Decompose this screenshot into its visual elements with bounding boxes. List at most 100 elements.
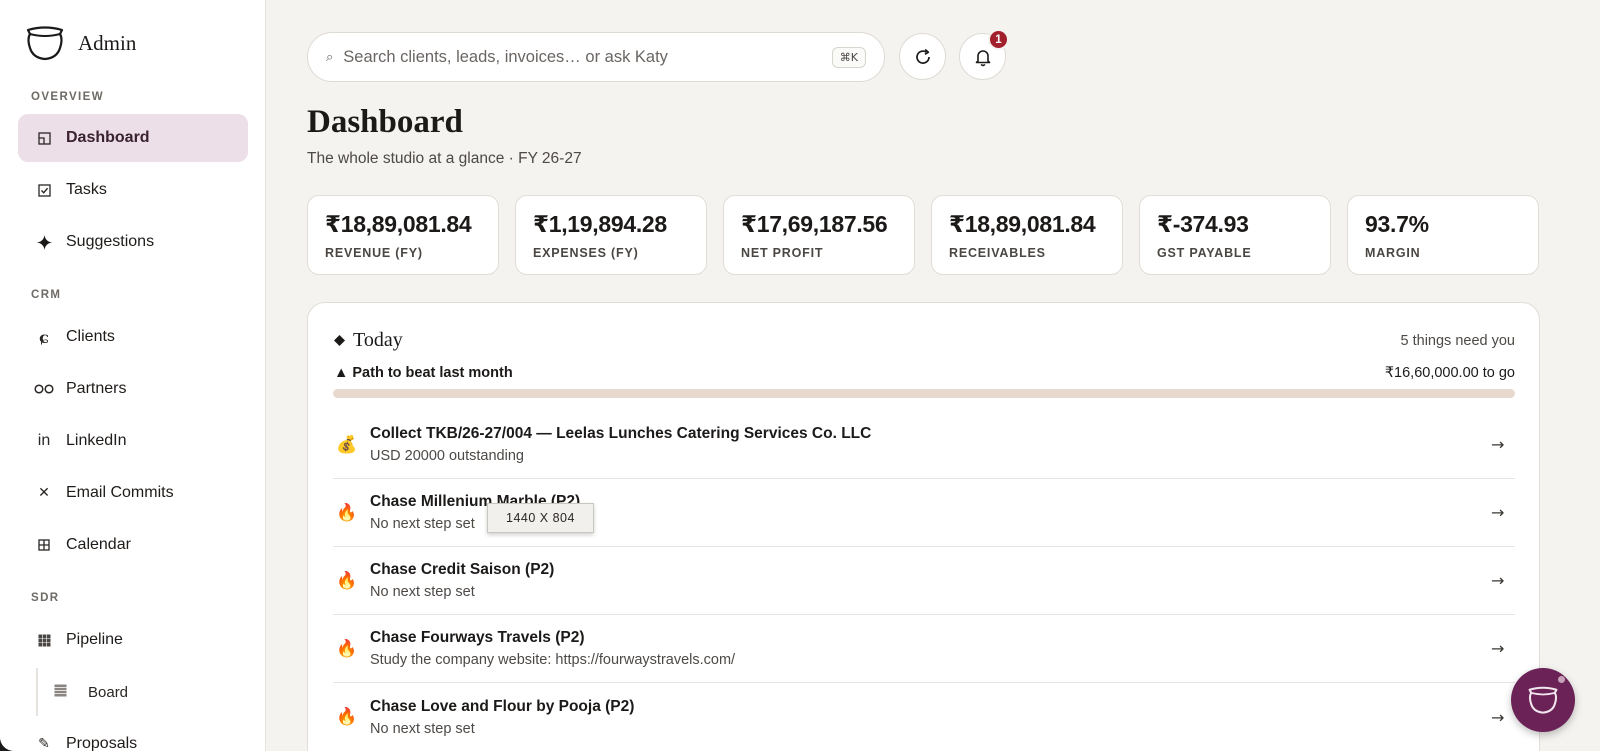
search-input[interactable]: [343, 47, 832, 67]
kpi-label: EXPENSES (FY): [533, 246, 639, 260]
refresh-icon: [915, 48, 930, 64]
client-icon: ɕ: [39, 327, 49, 347]
notification-count-badge: 1: [988, 29, 1009, 50]
sidebar-item-label: Suggestions: [66, 233, 155, 250]
sidebar-item-email-commits[interactable]: ✕ Email Commits: [18, 469, 248, 517]
kpi-value: ₹-374.93: [1157, 211, 1249, 237]
page-subtitle: The whole studio at a glance · FY 26-27: [307, 150, 582, 167]
shortcut-hint: ⌘K: [831, 46, 866, 68]
kpi-value: ₹17,69,187.56: [741, 211, 888, 237]
arrow-right-icon[interactable]: →: [1491, 571, 1515, 590]
size-tooltip: 1440 X 804: [487, 503, 594, 533]
task-row[interactable]: 🔥 Chase Credit Saison (P2) No next step …: [333, 547, 1515, 615]
global-search[interactable]: ⌕ ⌘K: [307, 32, 885, 82]
fire-icon: 🔥: [336, 570, 358, 591]
task-subtitle: Study the company website: https://fourw…: [370, 652, 736, 668]
task-title: Chase Fourways Travels (P2): [370, 629, 585, 646]
pot-logo-icon: [26, 26, 64, 61]
arrow-right-icon[interactable]: →: [1491, 503, 1515, 522]
sidebar-item-linkedin[interactable]: in LinkedIn: [18, 417, 248, 465]
kpi-card-margin[interactable]: 93.7% MARGIN: [1347, 195, 1539, 275]
sidebar-item-label: Tasks: [66, 181, 107, 198]
sidebar-item-label: Dashboard: [66, 129, 150, 146]
kpi-card-net-profit[interactable]: ₹17,69,187.56 NET PROFIT: [723, 195, 915, 275]
path-remaining: ₹16,60,000.00 to go: [1384, 365, 1515, 381]
sidebar-item-label: Calendar: [66, 536, 131, 553]
task-subtitle: No next step set: [370, 720, 475, 737]
fire-icon: 🔥: [336, 502, 358, 523]
kpi-label: GST PAYABLE: [1157, 246, 1252, 260]
arrow-right-icon[interactable]: →: [1491, 435, 1515, 454]
diamond-icon: [334, 335, 345, 346]
grid-icon: [34, 535, 54, 555]
bell-icon: [975, 49, 990, 66]
page-title: Dashboard: [307, 104, 463, 140]
dashboard-icon: [34, 128, 54, 148]
sidebar-item-label: Board: [88, 683, 129, 701]
pencil-icon: ✎: [38, 736, 50, 751]
sidebar-item-partners[interactable]: Partners: [18, 365, 248, 413]
sidebar-item-label: Pipeline: [66, 631, 123, 648]
sidebar-item-label: Email Commits: [66, 484, 174, 501]
x-icon: ✕: [38, 485, 50, 501]
assistant-button[interactable]: [1511, 668, 1575, 732]
sidebar-item-label: Proposals: [66, 735, 138, 751]
checkbox-icon: [34, 180, 54, 200]
sidebar-item-pipeline[interactable]: Pipeline: [18, 616, 248, 664]
kpi-value: 93.7%: [1365, 211, 1429, 237]
task-title: Chase Credit Saison (P2): [370, 561, 555, 578]
kpi-value: ₹18,89,081.84: [949, 211, 1096, 237]
task-title: Chase Love and Flour by Pooja (P2): [370, 697, 635, 715]
sparkle-icon: [34, 232, 54, 252]
path-label: ▲ Path to beat last month: [334, 365, 513, 381]
kpi-label: RECEIVABLES: [949, 246, 1046, 260]
today-count: 5 things need you: [1400, 333, 1515, 349]
fire-icon: 🔥: [336, 707, 358, 727]
money-bag-icon: 💰: [336, 434, 358, 455]
kpi-card-receivables[interactable]: ₹18,89,081.84 RECEIVABLES: [931, 195, 1123, 275]
sidebar-item-tasks[interactable]: Tasks: [18, 166, 248, 214]
task-row[interactable]: 💰 Collect TKB/26-27/004 — Leelas Lunches…: [333, 411, 1515, 479]
sidebar-item-suggestions[interactable]: Suggestions: [18, 218, 248, 266]
board-icon: [54, 684, 74, 700]
brand-name: Admin: [78, 30, 137, 55]
sidebar-item-proposals[interactable]: ✎ Proposals: [18, 720, 248, 751]
refresh-button[interactable]: [899, 33, 946, 80]
search-icon: ⌕: [326, 49, 334, 64]
partners-icon: [34, 379, 54, 399]
kpi-card-gst-payable[interactable]: ₹-374.93 GST PAYABLE: [1139, 195, 1331, 275]
task-row[interactable]: 🔥 Chase Fourways Travels (P2) Study the …: [333, 615, 1515, 683]
arrow-right-icon[interactable]: →: [1491, 639, 1515, 658]
sidebar-item-dashboard[interactable]: Dashboard: [18, 114, 248, 162]
sidebar-item-clients[interactable]: ɕ Clients: [18, 313, 248, 361]
sidebar-subitem-board[interactable]: Board: [36, 668, 248, 716]
kpi-card-expenses[interactable]: ₹1,19,894.28 EXPENSES (FY): [515, 195, 707, 275]
brand[interactable]: Admin: [24, 24, 136, 62]
status-dot: [1558, 676, 1565, 683]
fire-icon: 🔥: [336, 638, 358, 659]
section-label-overview: OVERVIEW: [31, 91, 104, 103]
sidebar-item-label: Clients: [66, 328, 115, 345]
kpi-label: REVENUE (FY): [325, 246, 423, 260]
pot-logo-icon: [1528, 686, 1558, 714]
section-label-crm: CRM: [31, 289, 62, 301]
kpi-label: MARGIN: [1365, 246, 1421, 260]
kpi-value: ₹18,89,081.84: [325, 211, 472, 237]
task-row[interactable]: 🔥 Chase Love and Flour by Pooja (P2) No …: [333, 683, 1515, 751]
sidebar-item-label: Partners: [66, 380, 127, 397]
today-heading: Today: [334, 329, 403, 352]
task-title: Collect TKB/26-27/004 — Leelas Lunches C…: [370, 425, 872, 442]
task-subtitle: USD 20000 outstanding: [370, 448, 524, 464]
arrow-right-icon[interactable]: →: [1491, 708, 1515, 727]
section-label-sdr: SDR: [31, 592, 60, 604]
pipeline-icon: [34, 630, 54, 650]
sidebar-item-calendar[interactable]: Calendar: [18, 521, 248, 569]
notifications-button[interactable]: 1: [959, 29, 1009, 80]
kpi-card-revenue[interactable]: ₹18,89,081.84 REVENUE (FY): [307, 195, 499, 275]
task-subtitle: No next step set: [370, 584, 475, 600]
linkedin-icon: in: [37, 432, 51, 449]
kpi-value: ₹1,19,894.28: [533, 211, 667, 237]
path-progress-bar: [333, 389, 1515, 398]
app-window: Admin OVERVIEW Dashboard Tasks Suggestio…: [0, 0, 1600, 751]
sidebar: Admin OVERVIEW Dashboard Tasks Suggestio…: [0, 0, 266, 751]
